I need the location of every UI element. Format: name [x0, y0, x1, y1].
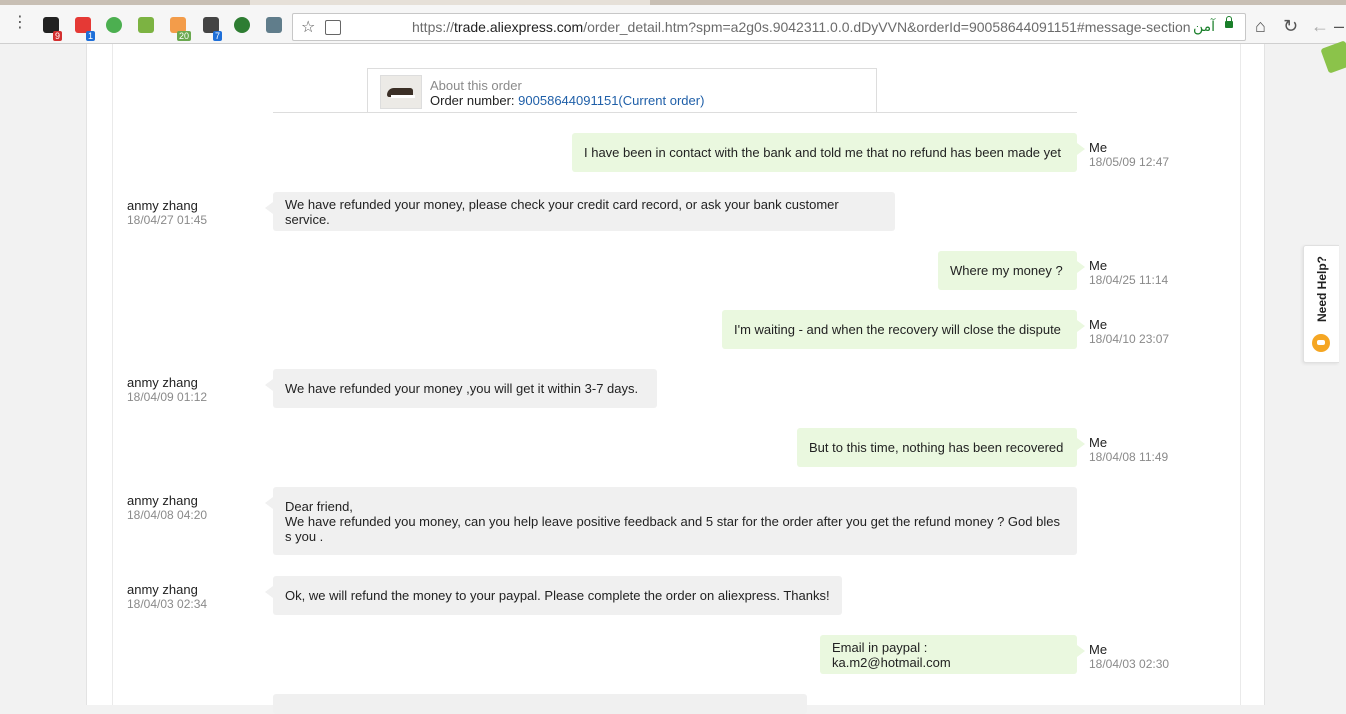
order-number-link[interactable]: 90058644091151(Current order) [518, 93, 704, 108]
sender-name: Me [1089, 435, 1108, 450]
message-bubble: Email in paypal : ka.m2@hotmail.com [820, 635, 1085, 674]
url-protocol: https:// [412, 19, 455, 35]
message-timestamp: 18/04/08 11:49 [1089, 450, 1169, 464]
sender-name: anmy zhang [127, 375, 198, 390]
message-timestamp: 18/04/09 01:12 [127, 390, 208, 404]
sender-name: Me [1089, 140, 1108, 155]
message-text: We have refunded your money ,you will ge… [285, 381, 639, 396]
extension-badge: 1 [86, 31, 96, 41]
sender-name: anmy zhang [127, 198, 198, 213]
home-icon[interactable]: ⌂ [1255, 17, 1266, 35]
message-bubble: I have been in contact with the bank and… [572, 133, 1085, 172]
signal-extension-icon[interactable] [234, 17, 250, 33]
message-text: Dear friend, We have refunded you money,… [285, 499, 1060, 544]
bookmark-star-icon[interactable]: ☆ [301, 17, 315, 37]
message-text: I'm waiting - and when the recovery will… [734, 322, 1061, 337]
sender-name: Me [1089, 258, 1108, 273]
url-host: trade.aliexpress.com [454, 19, 584, 35]
lock-icon[interactable] [1225, 16, 1233, 28]
message-text: Email in paypal : ka.m2@hotmail.com [832, 639, 951, 670]
page-background [0, 44, 86, 705]
url-text[interactable]: https://trade.aliexpress.com/order_detai… [412, 19, 1191, 35]
order-info-box: About this order Order number: 900586440… [367, 68, 877, 113]
message-text: Where my money ? [950, 263, 1063, 278]
message-bubble [273, 694, 807, 714]
message-timestamp: 18/04/03 02:30 [1089, 657, 1170, 671]
cast-extension-icon[interactable] [266, 17, 282, 33]
message-bubble: I'm waiting - and when the recovery will… [722, 310, 1085, 349]
product-thumbnail[interactable] [380, 75, 422, 109]
address-bar[interactable]: ☆ https://trade.aliexpress.com/order_det… [292, 13, 1246, 41]
url-path: /order_detail.htm?spm=a2g0s.9042311.0.0.… [583, 19, 1191, 35]
menu-icon[interactable]: ⋮ [12, 15, 28, 31]
extension-badge: 9 [53, 31, 63, 41]
circle-extension-icon[interactable] [106, 17, 122, 33]
page-action-icon[interactable] [325, 20, 341, 35]
sender-name: Me [1089, 642, 1108, 657]
extension-badge: 7 [213, 31, 223, 41]
message-timestamp: 18/04/25 11:14 [1089, 273, 1169, 287]
sender-name: anmy zhang [127, 582, 198, 597]
message-bubble: We have refunded your money, please chec… [265, 192, 895, 231]
reload-icon[interactable]: ↻ [1283, 17, 1298, 35]
message-bubble: Ok, we will refund the money to your pay… [265, 576, 842, 615]
message-text: I have been in contact with the bank and… [584, 145, 1061, 160]
message-text: We have refunded your money, please chec… [285, 196, 843, 227]
order-number-label: Order number: [430, 93, 515, 108]
message-timestamp: 18/04/27 01:45 [127, 213, 208, 227]
message-bubble: We have refunded your money ,you will ge… [265, 369, 657, 408]
order-number: Order number: 90058644091151(Current ord… [430, 93, 704, 108]
minimize-icon[interactable]: – [1334, 17, 1344, 35]
mascot-icon [1312, 334, 1330, 352]
message-timestamp: 18/04/08 04:20 [127, 508, 208, 522]
message-bubble: But to this time, nothing has been recov… [797, 428, 1085, 467]
message-timestamp: 18/04/03 02:34 [127, 597, 208, 611]
coupon-extension-icon[interactable] [138, 17, 154, 33]
message-timestamp: 18/05/09 12:47 [1089, 155, 1170, 169]
sender-name: anmy zhang [127, 493, 198, 508]
need-help-tab[interactable]: Need Help? [1303, 245, 1339, 363]
message-timestamp: 18/04/10 23:07 [1089, 332, 1170, 346]
message-text: But to this time, nothing has been recov… [809, 440, 1064, 455]
back-icon[interactable]: ← [1311, 17, 1329, 35]
extension-badge: 20 [177, 31, 192, 41]
message-bubble: Dear friend, We have refunded you money,… [265, 487, 1077, 555]
promo-badge-icon[interactable] [1320, 40, 1346, 74]
need-help-label: Need Help? [1315, 256, 1329, 323]
secure-label: آمن [1192, 18, 1215, 34]
order-divider [273, 112, 1077, 113]
sender-name: Me [1089, 317, 1108, 332]
order-about-label: About this order [430, 78, 522, 93]
message-text: Ok, we will refund the money to your pay… [285, 588, 830, 603]
message-bubble: Where my money ? [938, 251, 1085, 290]
browser-toolbar: ⋮ 9 1 20 7 ☆ https://trade.aliexpress.co… [0, 5, 1346, 44]
